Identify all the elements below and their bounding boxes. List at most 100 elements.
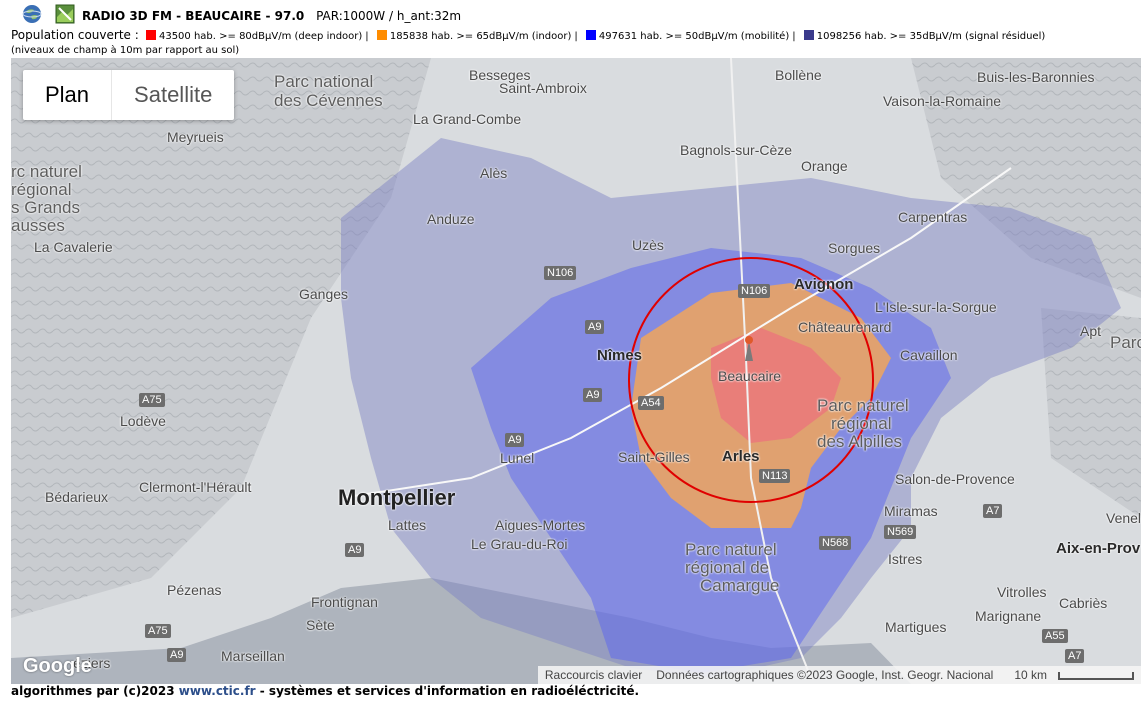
place-label-camargue1: Parc naturel xyxy=(685,540,777,559)
ctic-link[interactable]: www.ctic.fr xyxy=(179,684,256,698)
keyboard-shortcuts-link[interactable]: Raccourcis clavier xyxy=(538,668,649,682)
header-title-line: RADIO 3D FM - BEAUCAIRE - 97.0 PAR:1000W… xyxy=(82,9,461,23)
scale-bar xyxy=(1058,672,1134,680)
header: RADIO 3D FM - BEAUCAIRE - 97.0 PAR:1000W… xyxy=(0,0,1141,58)
place-label-anduze: Anduze xyxy=(427,211,475,227)
orange-swatch xyxy=(376,30,387,40)
place-label-bollene: Bollène xyxy=(775,67,822,83)
road-shield-a54: A54 xyxy=(638,396,664,410)
map-type-plan-button[interactable]: Plan xyxy=(23,70,111,120)
road-shield-a75: A75 xyxy=(145,624,171,638)
blue-swatch xyxy=(585,30,596,40)
road-shield-n568: N568 xyxy=(819,536,852,550)
place-label-causses4: ausses xyxy=(11,216,65,235)
place-label-vitrolles: Vitrolles xyxy=(997,584,1047,600)
road-shield-n113: N113 xyxy=(759,469,791,483)
place-label-frontignan: Frontignan xyxy=(311,594,378,610)
place-label-alpilles3: des Alpilles xyxy=(817,432,903,451)
road-shield-a7: A7 xyxy=(983,504,1003,518)
place-label-arles: Arles xyxy=(722,448,760,465)
google-logo[interactable]: Google xyxy=(23,655,92,678)
place-label-bagnols: Bagnols-sur-Cèze xyxy=(680,142,793,158)
place-label-lodeve: Lodève xyxy=(120,413,166,429)
place-label-salon: Salon-de-Provence xyxy=(895,471,1015,487)
place-label-causses3: s Grands xyxy=(11,198,80,217)
place-label-apt: Apt xyxy=(1080,323,1102,339)
road-shield-a9: A9 xyxy=(585,320,605,334)
globe-icon[interactable] xyxy=(22,4,42,24)
place-label-ales: Alès xyxy=(480,165,508,181)
road-shield-n106: N106 xyxy=(738,284,771,298)
place-label-chateaurenard: Châteaurenard xyxy=(798,319,892,335)
footer: algorithmes par (c)2023 www.ctic.fr - sy… xyxy=(11,684,639,698)
place-label-camargue2: régional de xyxy=(685,558,770,577)
place-label-grand-combe: La Grand-Combe xyxy=(413,111,522,127)
place-label-vaison: Vaison-la-Romaine xyxy=(883,93,1002,109)
maptype-control: Plan Satellite xyxy=(23,70,235,120)
place-label-alpilles2: régional xyxy=(831,414,892,433)
place-label-cabries: Cabriès xyxy=(1059,595,1108,611)
road-shield-n106: N106 xyxy=(544,266,577,280)
road-shield-a75: A75 xyxy=(139,393,165,407)
place-label-miramas: Miramas xyxy=(884,503,938,519)
place-label-clermont: Clermont-l'Hérault xyxy=(139,479,252,495)
place-label-montpellier: Montpellier xyxy=(338,485,456,510)
station-params: PAR:1000W / h_ant:32m xyxy=(316,9,462,23)
place-label-marseillan: Marseillan xyxy=(221,648,285,664)
place-label-parc-r: Parc xyxy=(1110,333,1141,352)
place-label-nimes: Nîmes xyxy=(597,347,643,364)
field-note: (niveaux de champ à 10m par rapport au s… xyxy=(11,45,240,56)
place-label-orange: Orange xyxy=(801,158,848,174)
place-label-meyrueis: Meyrueis xyxy=(167,129,224,145)
place-label-marignane: Marignane xyxy=(975,608,1042,624)
coverage-legend: Population couverte : 43500 hab. >= 80dB… xyxy=(11,28,1046,42)
road-shield-a9: A9 xyxy=(167,648,187,662)
place-label-aigues: Aigues-Mortes xyxy=(495,517,586,533)
place-label-causses2: régional xyxy=(11,180,72,199)
coverage-map[interactable]: Besseges Bollène Buis-les-Baronnies Saint-A… xyxy=(11,58,1141,684)
place-label-saint-ambroix: Saint-Ambroix xyxy=(499,80,587,96)
map-icon[interactable] xyxy=(55,4,75,24)
coverage-deep-indoor: 43500 hab. >= 80dBµV/m (deep indoor) xyxy=(158,31,363,42)
footer-suffix: - systèmes et services d'information en … xyxy=(255,684,640,698)
road-shield-a55: A55 xyxy=(1042,629,1068,643)
map-data-credit[interactable]: Données cartographiques ©2023 Google, In… xyxy=(649,668,1000,682)
place-label-cevennes1: Parc national xyxy=(274,72,374,91)
place-label-grau: Le Grau-du-Roi xyxy=(471,536,568,552)
place-label-causses1: rc naturel xyxy=(11,162,82,181)
place-label-sete: Sète xyxy=(306,617,335,633)
place-label-aix: Aix-en-Prov xyxy=(1056,540,1141,557)
red-swatch xyxy=(145,30,156,40)
place-label-bedarieux: Bédarieux xyxy=(45,489,109,505)
road-shield-a7: A7 xyxy=(1065,649,1085,663)
place-label-venel: Venel xyxy=(1106,510,1141,526)
scale-label: 10 km xyxy=(1014,668,1047,682)
road-shield-a9: A9 xyxy=(505,433,525,447)
road-shield-n569: N569 xyxy=(884,525,917,539)
place-label-pezenas: Pézenas xyxy=(167,582,222,598)
coverage-indoor: 185838 hab. >= 65dBµV/m (indoor) xyxy=(389,31,572,42)
place-label-carpentras: Carpentras xyxy=(898,209,968,225)
coverage-residual: 1098256 hab. >= 35dBµV/m (signal résidue… xyxy=(816,31,1046,42)
coverage-mobile: 497631 hab. >= 50dBµV/m (mobilité) xyxy=(598,31,790,42)
place-label-sorgues: Sorgues xyxy=(828,240,881,256)
map-attribution: Raccourcis clavier Données cartographiqu… xyxy=(537,666,1141,684)
place-label-lunel: Lunel xyxy=(500,450,535,466)
place-label-beaucaire: Beaucaire xyxy=(718,368,782,384)
place-label-buis: Buis-les-Baronnies xyxy=(977,69,1095,85)
place-label-cevennes2: des Cévennes xyxy=(274,91,383,110)
place-label-istres: Istres xyxy=(888,551,923,567)
footer-prefix: algorithmes par (c)2023 xyxy=(11,684,179,698)
place-label-uzes: Uzès xyxy=(632,237,664,253)
place-label-isle: L'Isle-sur-la-Sorgue xyxy=(875,299,997,315)
road-shield-a9: A9 xyxy=(583,388,603,402)
station-title: RADIO 3D FM - BEAUCAIRE - 97.0 xyxy=(82,9,305,23)
scale-indicator[interactable]: 10 km xyxy=(1000,668,1141,682)
place-label-cavalerie: La Cavalerie xyxy=(34,239,113,255)
road-shield-a9: A9 xyxy=(345,543,365,557)
place-label-cavaillon: Cavaillon xyxy=(900,347,958,363)
place-label-martigues: Martigues xyxy=(885,619,947,635)
place-label-saint-gilles: Saint-Gilles xyxy=(618,449,690,465)
map-type-satellite-button[interactable]: Satellite xyxy=(111,70,234,120)
place-label-camargue3: Camargue xyxy=(700,576,780,595)
